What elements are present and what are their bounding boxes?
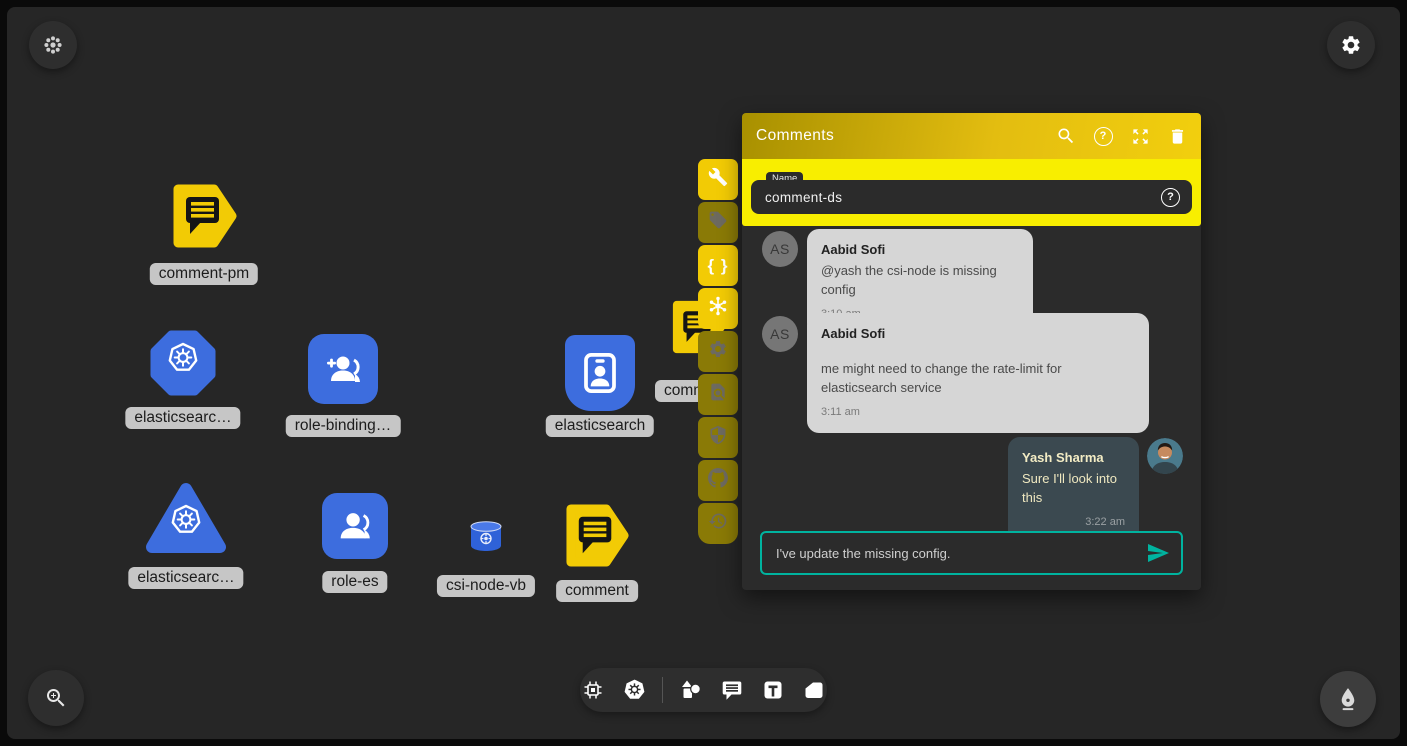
message-text: Sure I'll look into this bbox=[1022, 469, 1125, 507]
tags-button[interactable] bbox=[698, 202, 738, 243]
pen-tool-button[interactable] bbox=[1320, 671, 1376, 727]
node-label: elasticsearch bbox=[546, 415, 654, 437]
shapes-icon[interactable] bbox=[678, 677, 704, 703]
panel-header-actions: ? bbox=[1056, 126, 1187, 146]
settings-button[interactable] bbox=[1327, 21, 1375, 69]
shield-icon bbox=[708, 425, 728, 450]
yaml-code-button[interactable]: { } bbox=[698, 245, 738, 286]
comment-input[interactable] bbox=[762, 546, 1145, 561]
history-button[interactable] bbox=[698, 503, 738, 544]
name-field-section: Name ? bbox=[742, 159, 1201, 226]
comments-panel-header: Comments ? bbox=[742, 113, 1201, 159]
avatar: AS bbox=[762, 231, 798, 267]
braces-icon: { } bbox=[708, 256, 729, 276]
node-csi-node-vb[interactable] bbox=[469, 521, 503, 552]
comment-composer bbox=[760, 531, 1183, 575]
kubernetes-wheel-icon bbox=[481, 534, 491, 544]
node-action-toolbar: { } bbox=[698, 159, 738, 544]
dock-divider bbox=[662, 677, 663, 703]
security-button[interactable] bbox=[698, 417, 738, 458]
field-help-icon[interactable]: ? bbox=[1161, 188, 1180, 207]
node-comment-pm[interactable] bbox=[170, 181, 240, 251]
panel-title: Comments bbox=[756, 127, 1056, 145]
file-search-icon bbox=[708, 382, 728, 407]
design-canvas[interactable]: comment-pm elasticsearc… bbox=[7, 7, 1400, 739]
node-label: comment-pm bbox=[150, 263, 258, 285]
tag-icon bbox=[708, 210, 728, 235]
zoom-in-icon bbox=[44, 686, 68, 710]
node-elasticsearch-triangle[interactable] bbox=[143, 480, 229, 556]
message-author: Aabid Sofi bbox=[821, 240, 1019, 259]
gear-icon bbox=[1340, 34, 1362, 56]
edit-tools-button[interactable] bbox=[698, 159, 738, 200]
message-time: 3:22 am bbox=[1022, 513, 1125, 532]
node-comment[interactable] bbox=[563, 502, 632, 569]
send-icon[interactable] bbox=[1145, 540, 1171, 566]
github-button[interactable] bbox=[698, 460, 738, 501]
delete-icon[interactable] bbox=[1167, 126, 1187, 146]
name-field: ? bbox=[751, 180, 1192, 214]
history-icon bbox=[708, 511, 728, 536]
message-time: 3:11 am bbox=[821, 403, 1135, 422]
user-icon bbox=[334, 505, 376, 547]
node-label: elasticsearc… bbox=[125, 407, 240, 429]
avatar: AS bbox=[762, 316, 798, 352]
canvas-tools-dock bbox=[580, 668, 827, 712]
settings-button-toolbar[interactable] bbox=[698, 331, 738, 372]
node-role-binding[interactable] bbox=[308, 334, 378, 404]
id-badge-icon bbox=[579, 349, 621, 397]
name-input[interactable] bbox=[751, 190, 1161, 205]
user-add-icon bbox=[321, 347, 365, 391]
wrench-icon bbox=[708, 167, 728, 192]
node-label: role-binding… bbox=[286, 415, 401, 437]
node-role-es[interactable] bbox=[322, 493, 388, 559]
node-elasticsearch-octagon[interactable] bbox=[148, 328, 218, 398]
help-icon[interactable]: ? bbox=[1093, 126, 1113, 146]
kubernetes-icon[interactable] bbox=[621, 677, 647, 703]
github-icon bbox=[708, 468, 728, 493]
text-icon[interactable] bbox=[760, 677, 786, 703]
message-author: Aabid Sofi bbox=[821, 324, 1135, 343]
comments-panel: Comments ? Name ? bbox=[742, 113, 1201, 590]
message-bubble: Yash Sharma Sure I'll look into this 3:2… bbox=[1008, 437, 1139, 543]
node-label: comment bbox=[556, 580, 638, 602]
pen-nib-icon bbox=[1335, 686, 1361, 712]
gear-icon bbox=[708, 339, 728, 364]
node-elasticsearch-serviceaccount[interactable] bbox=[565, 335, 635, 411]
node-label: role-es bbox=[322, 571, 387, 593]
node-label: elasticsearc… bbox=[128, 567, 243, 589]
components-hub-button[interactable] bbox=[698, 288, 738, 329]
node-label: csi-node-vb bbox=[437, 575, 535, 597]
message-bubble: Aabid Sofi me might need to change the r… bbox=[807, 313, 1149, 433]
message-text: @yash the csi-node is missing config bbox=[821, 261, 1019, 299]
infrastructure-icon[interactable] bbox=[580, 677, 606, 703]
hub-icon bbox=[707, 295, 729, 322]
avatar-photo bbox=[1147, 438, 1183, 474]
fullscreen-icon[interactable] bbox=[1130, 126, 1150, 146]
message-author: Yash Sharma bbox=[1022, 448, 1125, 467]
media-icon[interactable] bbox=[801, 677, 827, 703]
zoom-button[interactable] bbox=[28, 670, 84, 726]
comment-icon[interactable] bbox=[719, 677, 745, 703]
app-logo-button[interactable] bbox=[29, 21, 77, 69]
search-icon[interactable] bbox=[1056, 126, 1076, 146]
message-text: me might need to change the rate-limit f… bbox=[821, 359, 1135, 397]
validate-button[interactable] bbox=[698, 374, 738, 415]
kanvas-logo-icon bbox=[43, 35, 63, 55]
